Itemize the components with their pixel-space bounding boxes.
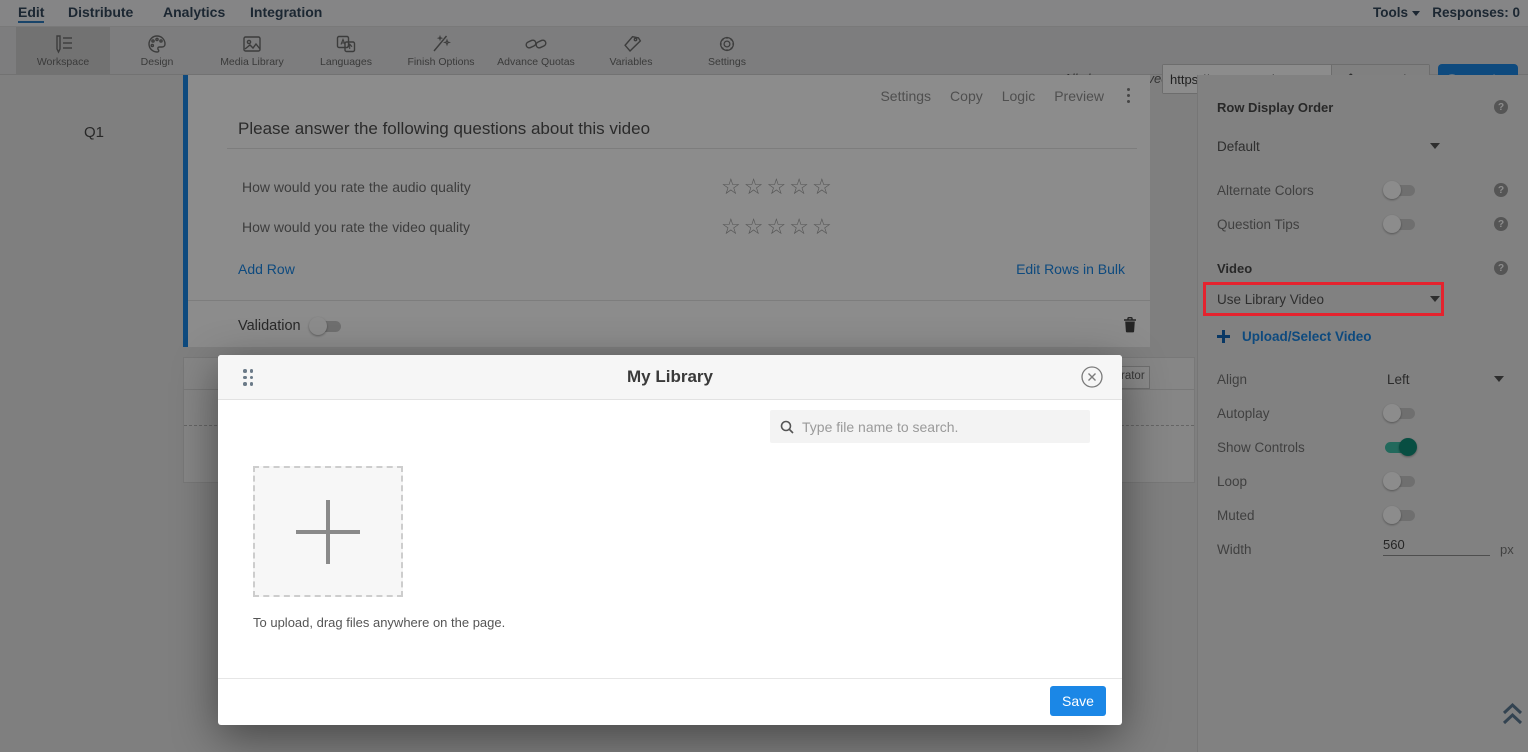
questionpro-survey-editor: Edit Distribute Analytics Integration To… xyxy=(0,0,1528,752)
plus-icon xyxy=(291,495,365,569)
modal-header: My Library xyxy=(218,355,1122,400)
modal-title: My Library xyxy=(218,367,1122,387)
upload-media-tile[interactable] xyxy=(253,466,403,597)
save-button[interactable]: Save xyxy=(1050,686,1106,716)
library-search-box xyxy=(770,410,1090,443)
search-icon xyxy=(780,420,794,434)
library-search-input[interactable] xyxy=(802,419,1080,435)
close-icon[interactable] xyxy=(1080,365,1104,389)
modal-footer xyxy=(218,678,1122,725)
my-library-modal: My Library To upload, drag files anywher… xyxy=(218,355,1122,725)
upload-hint-text: To upload, drag files anywhere on the pa… xyxy=(253,615,505,630)
